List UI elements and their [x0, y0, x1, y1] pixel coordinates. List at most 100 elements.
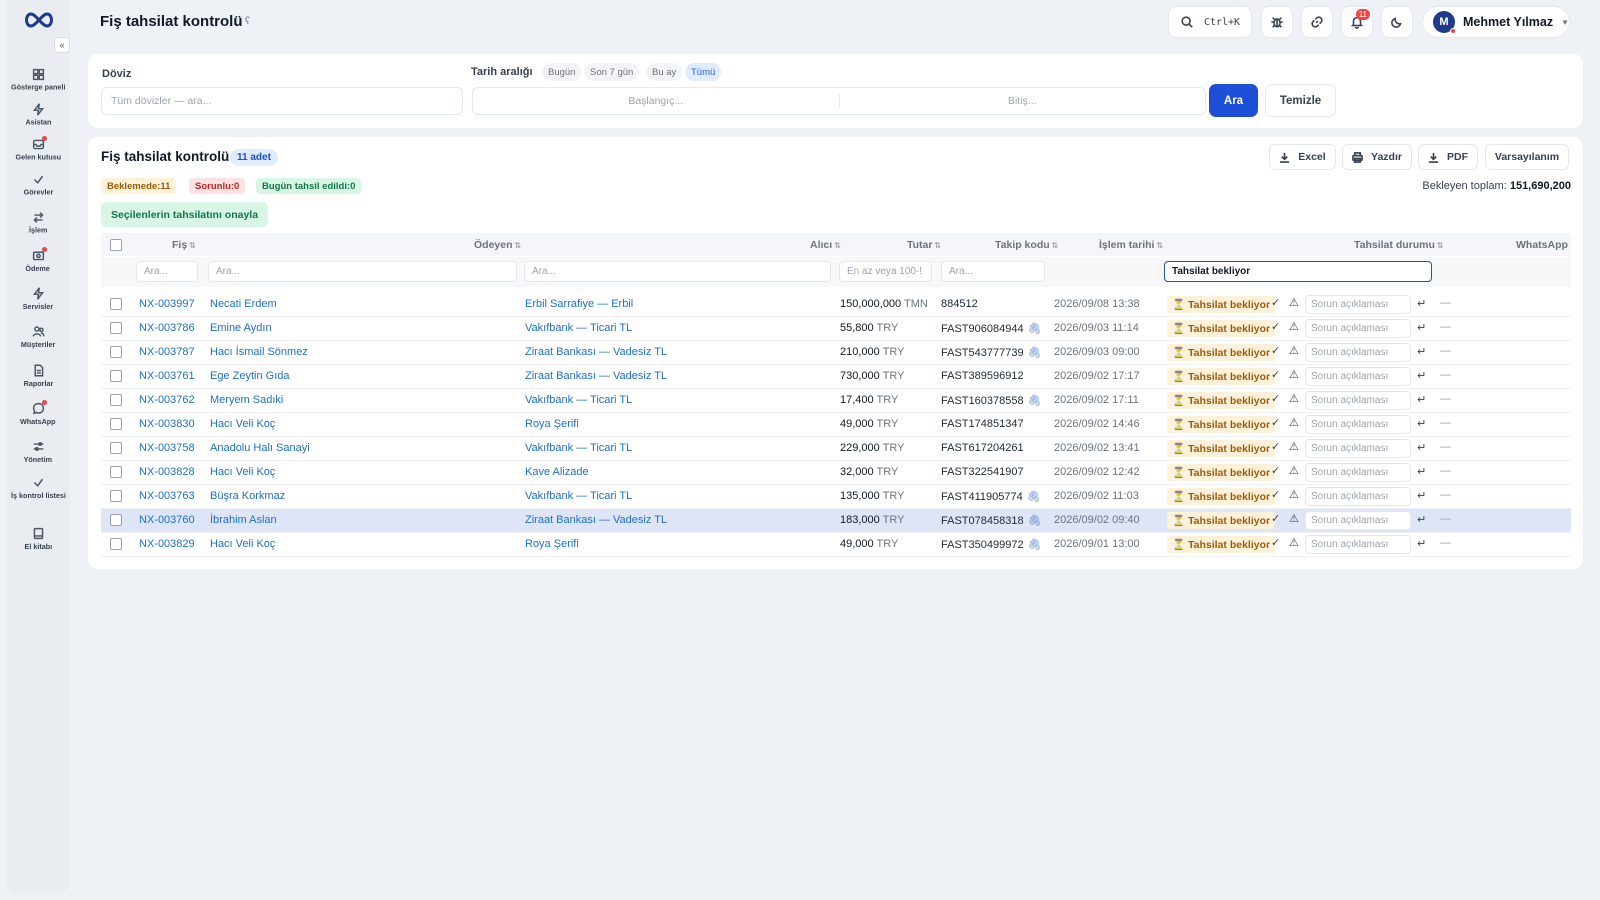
- payer-filter-input[interactable]: Ara...: [208, 261, 517, 282]
- fis-link[interactable]: NX-003997: [139, 298, 195, 310]
- confirm-check-icon[interactable]: ✓: [1271, 320, 1280, 333]
- receiver-link[interactable]: Vakıfbank — Ticari TL: [525, 322, 632, 334]
- row-checkbox[interactable]: [110, 298, 122, 310]
- fis-link[interactable]: NX-003762: [139, 394, 195, 406]
- col-status[interactable]: Tahsilat durumu ⇅: [1354, 239, 1444, 251]
- payer-link[interactable]: Ege Zeytin Gıda: [210, 370, 290, 382]
- attachment-icon[interactable]: 🖇: [1028, 514, 1042, 527]
- pdf-export-button[interactable]: PDF: [1418, 144, 1478, 170]
- warning-icon[interactable]: ⚠: [1289, 512, 1299, 525]
- warning-icon[interactable]: ⚠: [1289, 416, 1299, 429]
- enter-icon[interactable]: ↵: [1417, 417, 1426, 430]
- preset-last-7-days[interactable]: Son 7 gün: [584, 63, 640, 81]
- confirm-check-icon[interactable]: ✓: [1271, 512, 1280, 525]
- payer-link[interactable]: Hacı Veli Koç: [210, 466, 275, 478]
- issue-description-input[interactable]: Sorun açıklaması: [1305, 511, 1411, 530]
- row-checkbox[interactable]: [110, 490, 122, 502]
- payer-link[interactable]: Necati Erdem: [210, 298, 277, 310]
- enter-icon[interactable]: ↵: [1417, 513, 1426, 526]
- fis-link[interactable]: NX-003787: [139, 346, 195, 358]
- notifications-button[interactable]: 11: [1341, 6, 1373, 38]
- theme-toggle-button[interactable]: [1381, 6, 1413, 38]
- receiver-link[interactable]: Roya Şerifi: [525, 418, 579, 430]
- enter-icon[interactable]: ↵: [1417, 321, 1426, 334]
- col-amount[interactable]: Tutar ⇅: [907, 239, 941, 251]
- table-row[interactable]: NX-003758 Anadolu Halı Sanayi Vakıfbank — …: [101, 437, 1571, 461]
- warning-icon[interactable]: ⚠: [1289, 344, 1299, 357]
- confirm-check-icon[interactable]: ✓: [1271, 536, 1280, 549]
- issue-description-input[interactable]: Sorun açıklaması: [1305, 487, 1411, 506]
- attachment-icon[interactable]: 🖇: [1028, 346, 1042, 359]
- confirm-check-icon[interactable]: ✓: [1271, 344, 1280, 357]
- fis-link[interactable]: NX-003786: [139, 322, 195, 334]
- receiver-link[interactable]: Roya Şerifi: [525, 538, 579, 550]
- issue-description-input[interactable]: Sorun açıklaması: [1305, 415, 1411, 434]
- pending-stat[interactable]: Beklemede:11: [101, 178, 177, 194]
- fis-link[interactable]: NX-003829: [139, 538, 195, 550]
- payer-link[interactable]: Anadolu Halı Sanayi: [210, 442, 310, 454]
- receiver-link[interactable]: Vakıfbank — Ticari TL: [525, 394, 632, 406]
- preset-this-month[interactable]: Bu ay: [646, 63, 683, 81]
- sidebar-item-transaction[interactable]: İşlem: [6, 209, 70, 235]
- confirm-check-icon[interactable]: ✓: [1271, 488, 1280, 501]
- table-row[interactable]: NX-003760 İbrahim Aslan Ziraat Bankası — V…: [101, 509, 1571, 533]
- row-checkbox[interactable]: [110, 466, 122, 478]
- issue-description-input[interactable]: Sorun açıklaması: [1305, 463, 1411, 482]
- enter-icon[interactable]: ↵: [1417, 489, 1426, 502]
- row-checkbox[interactable]: [110, 394, 122, 406]
- receiver-link[interactable]: Ziraat Bankası — Vadesiz TL: [525, 514, 667, 526]
- enter-icon[interactable]: ↵: [1417, 297, 1426, 310]
- sidebar-item-services[interactable]: Servisler: [6, 285, 70, 311]
- sidebar-item-tasks[interactable]: Görevler: [6, 171, 70, 197]
- table-row[interactable]: NX-003830 Hacı Veli Koç Roya Şerifi 49,000 …: [101, 413, 1571, 437]
- enter-icon[interactable]: ↵: [1417, 393, 1426, 406]
- infinity-logo[interactable]: [22, 10, 56, 30]
- preset-all[interactable]: Tümü: [685, 63, 722, 81]
- receiver-link[interactable]: Ziraat Bankası — Vadesiz TL: [525, 346, 667, 358]
- enter-icon[interactable]: ↵: [1417, 369, 1426, 382]
- fis-link[interactable]: NX-003760: [139, 514, 195, 526]
- sidebar-item-dashboard[interactable]: Gösterge paneli: [6, 66, 70, 92]
- issue-description-input[interactable]: Sorun açıklaması: [1305, 391, 1411, 410]
- confirm-check-icon[interactable]: ✓: [1271, 464, 1280, 477]
- tracking-filter-input[interactable]: Ara...: [941, 261, 1045, 282]
- sidebar-item-payment[interactable]: Ödeme: [6, 247, 70, 273]
- link-button[interactable]: [1301, 6, 1333, 38]
- preset-today[interactable]: Bugün: [542, 63, 582, 81]
- debug-button[interactable]: [1261, 6, 1293, 38]
- sidebar-item-checklist[interactable]: İş kontrol listesi: [6, 474, 70, 500]
- problem-stat[interactable]: Sorunlu:0: [189, 178, 246, 194]
- sidebar-item-handbook[interactable]: El kitabı: [6, 525, 70, 551]
- table-row[interactable]: NX-003997 Necati Erdem Erbil Sarrafiye — E…: [101, 293, 1571, 317]
- row-checkbox[interactable]: [110, 442, 122, 454]
- warning-icon[interactable]: ⚠: [1289, 536, 1299, 549]
- receiver-link[interactable]: Kave Alizade: [525, 466, 589, 478]
- payer-link[interactable]: Emine Aydın: [210, 322, 272, 334]
- start-date-input[interactable]: Başlangıç...: [473, 88, 839, 114]
- sidebar-item-assistant[interactable]: Asistan: [6, 101, 70, 127]
- fis-filter-input[interactable]: Ara...: [136, 261, 198, 282]
- confirm-check-icon[interactable]: ✓: [1271, 392, 1280, 405]
- issue-description-input[interactable]: Sorun açıklaması: [1305, 343, 1411, 362]
- pin-icon[interactable]: ʕ: [245, 16, 250, 27]
- end-date-input[interactable]: Bitiş...: [840, 88, 1206, 114]
- amount-filter-input[interactable]: En az veya 100-!: [839, 261, 932, 282]
- sidebar-item-management[interactable]: Yönetim: [6, 438, 70, 464]
- sidebar-item-customers[interactable]: Müşteriler: [6, 323, 70, 349]
- fis-link[interactable]: NX-003758: [139, 442, 195, 454]
- enter-icon[interactable]: ↵: [1417, 465, 1426, 478]
- clear-button[interactable]: Temizle: [1265, 84, 1336, 117]
- command-search-button[interactable]: Ctrl+K: [1168, 6, 1252, 38]
- sidebar-item-inbox[interactable]: Gelen kutusu: [6, 136, 70, 162]
- currency-search-input[interactable]: Tüm dövizler — ara...: [101, 87, 463, 115]
- payer-link[interactable]: Hacı İsmail Sönmez: [210, 346, 308, 358]
- select-all-checkbox[interactable]: [110, 239, 122, 251]
- issue-description-input[interactable]: Sorun açıklaması: [1305, 439, 1411, 458]
- my-defaults-button[interactable]: Varsayılanım: [1485, 144, 1569, 170]
- enter-icon[interactable]: ↵: [1417, 441, 1426, 454]
- row-checkbox[interactable]: [110, 418, 122, 430]
- warning-icon[interactable]: ⚠: [1289, 488, 1299, 501]
- row-checkbox[interactable]: [110, 370, 122, 382]
- payer-link[interactable]: Meryem Sadıki: [210, 394, 283, 406]
- fis-link[interactable]: NX-003763: [139, 490, 195, 502]
